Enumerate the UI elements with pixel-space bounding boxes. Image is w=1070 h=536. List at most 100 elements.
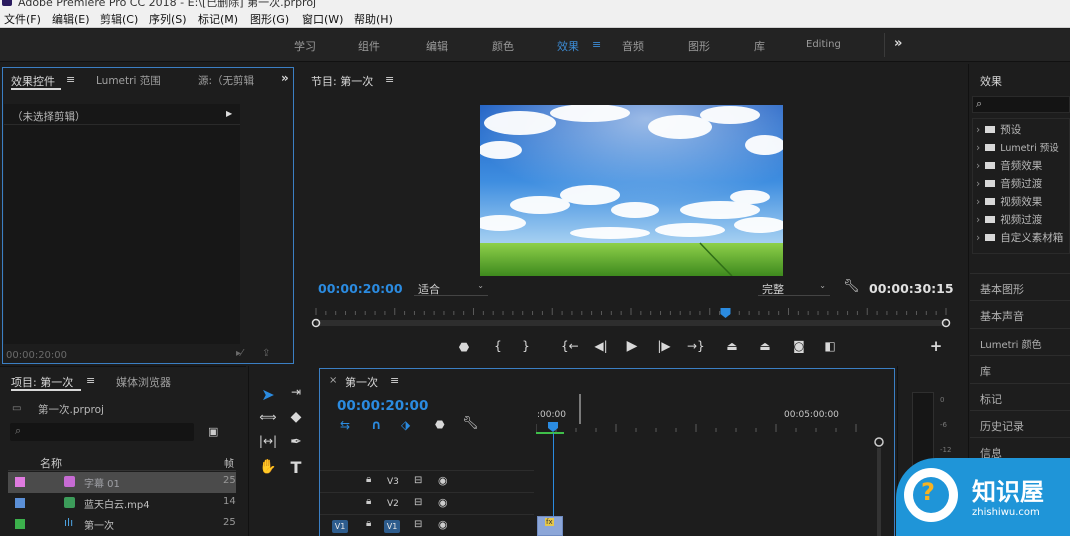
timeline-settings-icon[interactable]: 🔧︎ xyxy=(462,416,479,431)
add-marker-icon[interactable]: ⬣ xyxy=(435,418,445,431)
folder-presets[interactable]: › 预设 xyxy=(976,122,1021,137)
folder-video-effects[interactable]: › 视频效果 xyxy=(976,194,1042,209)
lock-icon[interactable]: 🔒︎ xyxy=(366,474,371,485)
program-timecode[interactable]: 00:00:20:00 xyxy=(318,281,403,296)
section-lumetri-color[interactable]: Lumetri 颜色 xyxy=(970,328,1070,354)
linked-selection-icon[interactable]: ⬗ xyxy=(401,418,410,432)
menu-edit[interactable]: 编辑(E) xyxy=(52,11,90,27)
menu-sequence[interactable]: 序列(S) xyxy=(149,11,187,27)
add-marker-icon[interactable]: ⬣ xyxy=(456,340,472,354)
fit-dropdown[interactable]: 适合 ⌄ xyxy=(414,280,488,296)
playhead-marker[interactable] xyxy=(720,308,731,318)
timeline-clip[interactable]: fx xyxy=(537,516,563,536)
tab-project[interactable]: 项目: 第一次 xyxy=(11,374,73,390)
workspace-color[interactable]: 颜色 xyxy=(492,38,514,54)
column-rate-header[interactable]: 帧 xyxy=(224,455,234,470)
type-tool-icon[interactable]: T xyxy=(286,458,306,477)
project-item-row[interactable]: 蓝天白云.mp4 14 xyxy=(8,493,236,514)
razor-tool-icon[interactable]: ◆ xyxy=(286,409,306,425)
selection-tool-icon[interactable]: ➤ xyxy=(258,385,278,404)
sync-lock-icon[interactable]: ⊟ xyxy=(414,475,422,486)
workspace-libraries[interactable]: 库 xyxy=(754,38,765,54)
section-essential-graphics[interactable]: 基本图形 xyxy=(970,273,1070,299)
folder-lumetri-presets[interactable]: › Lumetri 预设 xyxy=(976,140,1059,154)
timeline-timecode[interactable]: 00:00:20:00 xyxy=(337,398,428,414)
program-menu-icon[interactable]: ≡ xyxy=(385,73,394,86)
ripple-edit-tool-icon[interactable]: ⟺ xyxy=(258,410,278,424)
expand-arrow-icon[interactable]: ▶ xyxy=(226,109,232,118)
project-menu-icon[interactable]: ≡ xyxy=(86,374,95,387)
workspace-effects[interactable]: 效果 xyxy=(557,38,579,54)
track-label-v1[interactable]: V1 xyxy=(384,520,400,533)
close-tab-icon[interactable]: × xyxy=(329,375,337,386)
program-monitor-title[interactable]: 节目: 第一次 xyxy=(311,73,373,89)
folder-audio-transitions[interactable]: › 音频过渡 xyxy=(976,176,1042,191)
section-markers[interactable]: 标记 xyxy=(970,383,1070,409)
timeline-ruler[interactable] xyxy=(536,394,876,439)
project-search-input[interactable]: ⌕ xyxy=(10,423,194,441)
mark-out-icon[interactable]: } xyxy=(518,339,534,353)
workspace-editing[interactable]: 编辑 xyxy=(426,38,448,54)
play-icon[interactable]: ▶ xyxy=(624,338,640,354)
workspace-editing-custom[interactable]: Editing xyxy=(806,39,841,50)
workspace-assembly[interactable]: 组件 xyxy=(358,38,380,54)
comparison-view-icon[interactable]: ◧ xyxy=(822,339,838,353)
sync-lock-icon[interactable]: ⊟ xyxy=(414,497,422,508)
section-libraries[interactable]: 库 xyxy=(970,355,1070,381)
export-icon[interactable]: ⇪ xyxy=(262,348,270,359)
snap-icon[interactable]: ∩ xyxy=(371,418,382,433)
timeline-tab[interactable]: 第一次 xyxy=(345,374,378,390)
go-to-in-icon[interactable]: {← xyxy=(561,339,579,353)
source-patch-v1[interactable]: V1 xyxy=(332,520,348,533)
filter-icon[interactable]: ▸⁄ xyxy=(236,348,243,359)
workspace-learn[interactable]: 学习 xyxy=(294,38,316,54)
workspace-overflow-icon[interactable]: » xyxy=(894,36,902,51)
menu-graphics[interactable]: 图形(G) xyxy=(250,11,289,27)
workspace-graphics[interactable]: 图形 xyxy=(688,38,710,54)
eye-icon[interactable]: ◉ xyxy=(438,518,448,531)
lock-icon[interactable]: 🔒︎ xyxy=(366,496,371,507)
tab-source[interactable]: 源:（无剪辑 xyxy=(198,73,254,88)
lock-icon[interactable]: 🔒︎ xyxy=(366,518,371,529)
export-frame-icon[interactable]: ◙ xyxy=(791,339,807,353)
menu-file[interactable]: 文件(F) xyxy=(4,11,41,27)
eye-icon[interactable]: ◉ xyxy=(438,474,448,487)
nest-toggle-icon[interactable]: ⇆ xyxy=(340,418,350,432)
tab-lumetri-scopes[interactable]: Lumetri 范围 xyxy=(96,73,161,88)
wrench-icon[interactable]: 🔧︎ xyxy=(843,279,860,294)
tab-media-browser[interactable]: 媒体浏览器 xyxy=(116,374,171,390)
step-forward-icon[interactable]: |▶ xyxy=(656,339,672,353)
mark-in-icon[interactable]: { xyxy=(490,339,506,353)
tab-effect-controls[interactable]: 效果控件 xyxy=(11,73,55,89)
project-item-row[interactable]: ılı 第一次 25 xyxy=(8,514,236,535)
timeline-zoom-scrollbar[interactable] xyxy=(873,436,885,536)
column-name-header[interactable]: 名称 xyxy=(40,455,62,471)
new-bin-icon[interactable]: ▣ xyxy=(208,425,218,438)
folder-video-transitions[interactable]: › 视频过渡 xyxy=(976,212,1042,227)
menu-window[interactable]: 窗口(W) xyxy=(302,11,343,27)
slip-tool-icon[interactable]: |↔| xyxy=(258,434,278,448)
panel-menu-icon[interactable]: ≡ xyxy=(66,73,75,86)
add-button-icon[interactable]: + xyxy=(928,337,944,355)
workspace-audio[interactable]: 音频 xyxy=(622,38,644,54)
hand-tool-icon[interactable]: ✋ xyxy=(258,459,278,475)
folder-custom-bin[interactable]: › 自定义素材箱 xyxy=(976,230,1063,245)
project-item-row[interactable]: 字幕 01 25 xyxy=(8,472,236,493)
effects-panel-title[interactable]: 效果 xyxy=(980,73,1002,89)
menu-clip[interactable]: 剪辑(C) xyxy=(100,11,138,27)
menu-marker[interactable]: 标记(M) xyxy=(198,11,238,27)
panel-overflow-icon[interactable]: » xyxy=(281,71,289,85)
program-scrubber[interactable] xyxy=(308,300,956,334)
track-select-tool-icon[interactable]: ⇥ xyxy=(286,385,306,399)
effects-search-input[interactable]: ⌕ xyxy=(972,96,1070,113)
step-back-icon[interactable]: ◀| xyxy=(593,339,609,353)
go-to-out-icon[interactable]: →} xyxy=(687,339,705,353)
folder-audio-effects[interactable]: › 音频效果 xyxy=(976,158,1042,173)
extract-icon[interactable]: ⏏ xyxy=(757,339,773,353)
workspace-menu-icon[interactable]: ≡ xyxy=(592,38,601,51)
section-history[interactable]: 历史记录 xyxy=(970,410,1070,436)
sync-lock-icon[interactable]: ⊟ xyxy=(414,519,422,530)
section-essential-sound[interactable]: 基本声音 xyxy=(970,300,1070,326)
lift-icon[interactable]: ⏏ xyxy=(724,339,740,353)
quality-dropdown[interactable]: 完整 ⌄ xyxy=(758,280,830,296)
